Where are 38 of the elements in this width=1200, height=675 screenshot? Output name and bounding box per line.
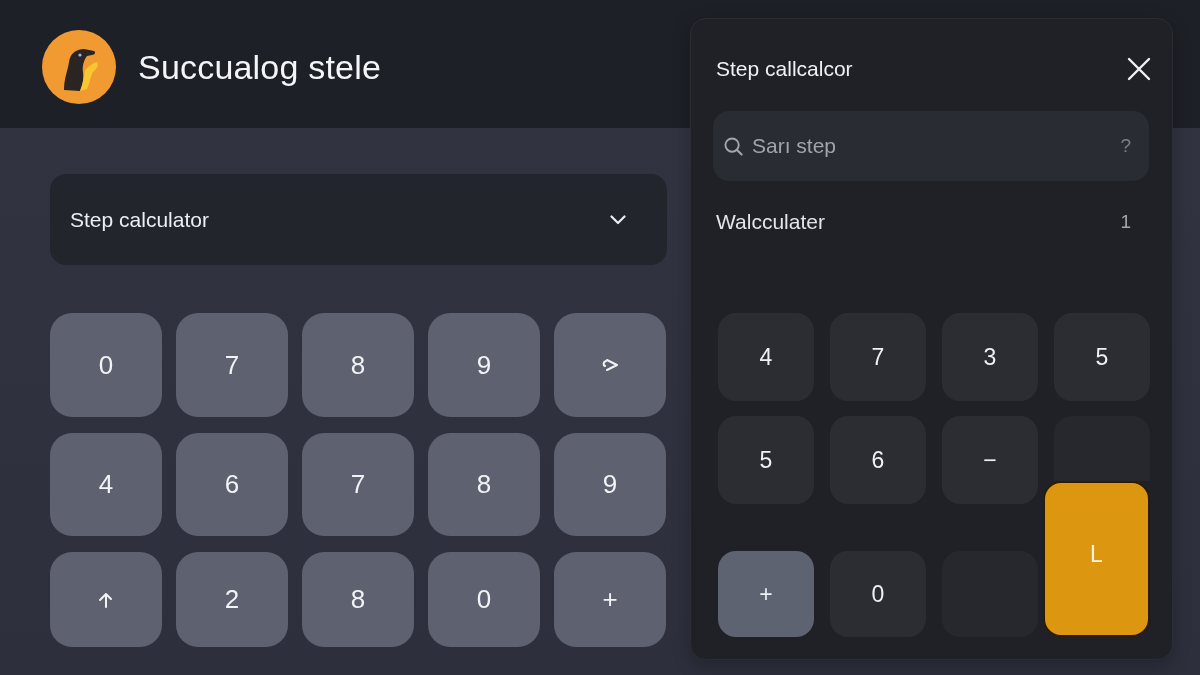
calculator-key[interactable]: 8	[302, 552, 414, 647]
calculator-key[interactable]: 0	[428, 552, 540, 647]
calculator-key[interactable]: −	[942, 416, 1038, 504]
calculator-key[interactable]: 5	[718, 416, 814, 504]
close-icon	[1127, 57, 1151, 81]
calculator-key[interactable]: 9	[428, 313, 540, 417]
panel-title: Step callcalcor	[716, 57, 853, 81]
close-button[interactable]	[1127, 57, 1151, 81]
calculator-key[interactable]: +	[718, 551, 814, 637]
calculator-key[interactable]: 7	[830, 313, 926, 401]
calculator-key[interactable]: 8	[428, 433, 540, 536]
search-field[interactable]: Sarı step ?	[713, 111, 1149, 181]
search-icon	[724, 136, 743, 156]
logo-icon	[42, 30, 116, 104]
calculator-key[interactable]: 6	[176, 433, 288, 536]
calculator-key[interactable]: +	[554, 552, 666, 647]
arrow-up-icon	[98, 591, 114, 608]
calculator-key[interactable]: 4	[718, 313, 814, 401]
calculator-key[interactable]: 2	[176, 552, 288, 647]
calculator-key[interactable]: 7	[302, 433, 414, 536]
calculator-key[interactable]: 0	[50, 313, 162, 417]
calculator-key[interactable]: 9	[554, 433, 666, 536]
calculator-key[interactable]: 5	[1054, 313, 1150, 401]
chevron-right-icon	[600, 358, 620, 372]
calculator-key[interactable]: 6	[830, 416, 926, 504]
calculator-key[interactable]: 3	[942, 313, 1038, 401]
dropdown[interactable]: Step calculator	[50, 174, 667, 265]
help-button[interactable]: ?	[1120, 135, 1131, 157]
calculator-key[interactable]: 0	[830, 551, 926, 637]
app-title: Succualog stele	[138, 47, 382, 87]
calculator-key[interactable]: 8	[302, 313, 414, 417]
calculator-key[interactable]: 4	[50, 433, 162, 536]
calculator-key[interactable]: 7	[176, 313, 288, 417]
calculator-key[interactable]	[50, 552, 162, 647]
calculator-key[interactable]	[554, 313, 666, 417]
item-name: Walcculater	[716, 210, 825, 234]
item-count: 1	[1120, 211, 1131, 233]
chevron-down-icon	[610, 214, 626, 225]
